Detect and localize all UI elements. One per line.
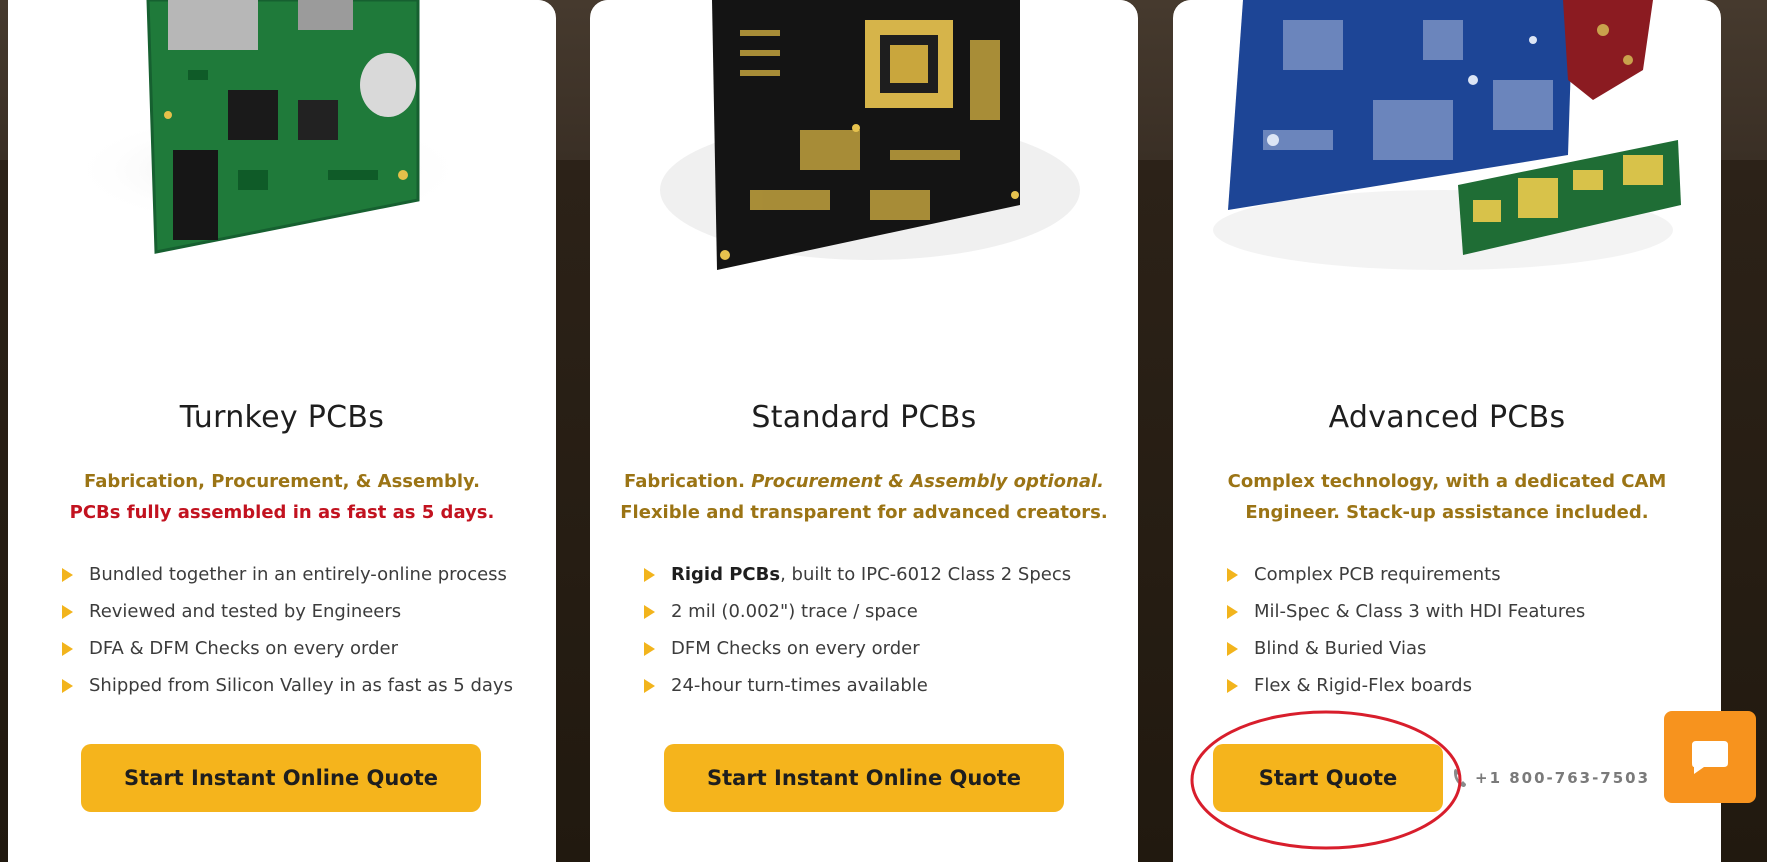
card-title: Standard PCBs [751, 400, 977, 435]
start-instant-online-quote-button[interactable]: Start Instant Online Quote [81, 744, 481, 812]
phone-number: +1 800-763-7503 [1475, 769, 1651, 787]
feature-item: Bundled together in an entirely-online p… [62, 556, 513, 593]
standard-pcb-image [660, 0, 1080, 270]
feature-item: DFA & DFM Checks on every order [62, 630, 513, 667]
advanced-pcb-image [1213, 0, 1681, 270]
card-title: Turnkey PCBs [179, 400, 385, 435]
bullet-arrow-icon [1227, 641, 1238, 656]
bullet-arrow-icon [1227, 678, 1238, 693]
card-subtitle: Fabrication, Procurement, & Assembly. PC… [28, 466, 536, 528]
card-subtitle-line: Engineer. Stack-up assistance included. [1245, 502, 1649, 523]
bullet-arrow-icon [644, 678, 655, 693]
card-subtitle: Fabrication. Procurement & Assembly opti… [610, 466, 1118, 528]
bullet-arrow-icon [644, 641, 655, 656]
card-subtitle-line: Flexible and transparent for advanced cr… [620, 502, 1108, 523]
bullet-arrow-icon [62, 641, 73, 656]
feature-item: Complex PCB requirements [1227, 556, 1585, 593]
bullet-arrow-icon [644, 604, 655, 619]
chat-widget-button[interactable] [1664, 711, 1756, 803]
card-subtitle-line: Fabrication. Procurement & Assembly opti… [623, 471, 1104, 492]
start-instant-online-quote-button[interactable]: Start Instant Online Quote [664, 744, 1064, 812]
bullet-arrow-icon [1227, 604, 1238, 619]
feature-item: 2 mil (0.002") trace / space [644, 593, 1071, 630]
feature-item: Rigid PCBs, built to IPC-6012 Class 2 Sp… [644, 556, 1071, 593]
feature-item: Reviewed and tested by Engineers [62, 593, 513, 630]
feature-list: Bundled together in an entirely-online p… [62, 556, 513, 704]
bullet-arrow-icon [1227, 567, 1238, 582]
card-turnkey-pcbs: Turnkey PCBs Fabrication, Procurement, &… [8, 0, 556, 862]
bullet-arrow-icon [644, 567, 655, 582]
phone-link[interactable]: +1 800-763-7503 [1453, 765, 1650, 791]
start-quote-button[interactable]: Start Quote [1213, 744, 1443, 812]
feature-list: Complex PCB requirements Mil-Spec & Clas… [1227, 556, 1585, 704]
card-advanced-pcbs: Advanced PCBs Complex technology, with a… [1173, 0, 1721, 862]
card-standard-pcbs: Standard PCBs Fabrication. Procurement &… [590, 0, 1138, 862]
feature-item: Flex & Rigid-Flex boards [1227, 667, 1585, 704]
card-subtitle-line: Fabrication, Procurement, & Assembly. [84, 471, 480, 492]
feature-item: Shipped from Silicon Valley in as fast a… [62, 667, 513, 704]
feature-item: Mil-Spec & Class 3 with HDI Features [1227, 593, 1585, 630]
card-subtitle-line: Complex technology, with a dedicated CAM [1227, 471, 1667, 492]
bullet-arrow-icon [62, 567, 73, 582]
feature-item: Blind & Buried Vias [1227, 630, 1585, 667]
feature-item: 24-hour turn-times available [644, 667, 1071, 704]
card-subtitle-line: PCBs fully assembled in as fast as 5 day… [69, 502, 495, 523]
bullet-arrow-icon [62, 678, 73, 693]
card-title: Advanced PCBs [1328, 400, 1566, 435]
feature-list: Rigid PCBs, built to IPC-6012 Class 2 Sp… [644, 556, 1071, 704]
phone-icon [1454, 769, 1466, 787]
card-subtitle: Complex technology, with a dedicated CAM… [1193, 466, 1701, 528]
feature-item: DFM Checks on every order [644, 630, 1071, 667]
chat-bubble-icon [1692, 741, 1728, 774]
turnkey-pcb-image [68, 0, 468, 254]
bullet-arrow-icon [62, 604, 73, 619]
